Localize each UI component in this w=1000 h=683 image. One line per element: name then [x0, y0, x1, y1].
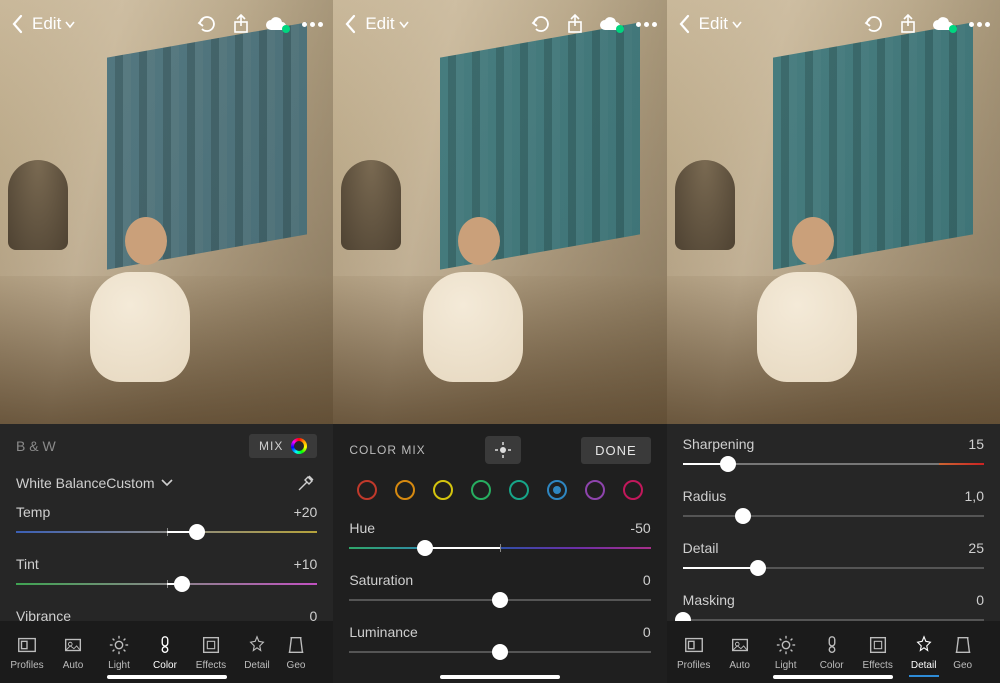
edit-dropdown[interactable]: Edit [32, 14, 75, 34]
detail-panel: Sharpening 15 Radius 1,0 Detail 25 [667, 424, 1000, 683]
tab-detail[interactable]: Detail [901, 634, 947, 671]
radius-label: Radius [683, 488, 727, 504]
tab-geometry[interactable]: Geo [280, 634, 312, 671]
luminance-label: Luminance [349, 624, 418, 640]
saturation-slider[interactable] [349, 590, 650, 610]
color-wheel-icon [291, 438, 307, 454]
temp-value: +20 [294, 504, 318, 520]
screen-color-panel: Edit B & W [0, 0, 333, 683]
tint-value: +10 [294, 556, 318, 572]
color-swatches [333, 470, 666, 506]
swatch-green[interactable] [471, 480, 491, 500]
sync-status-dot [282, 25, 290, 33]
saturation-value: 0 [643, 572, 651, 588]
sharpening-slider[interactable] [683, 454, 984, 474]
swatch-yellow[interactable] [433, 480, 453, 500]
mix-button[interactable]: MIX [249, 434, 317, 458]
screen-detail-panel: Edit Sharpening 15 Radius 1,0 [667, 0, 1000, 683]
photo-preview[interactable] [0, 0, 333, 424]
color-mix-title: COLOR MIX [349, 443, 425, 457]
hue-value: -50 [630, 520, 650, 536]
tool-tabs: Profiles Auto Light Color Effects Detail… [667, 621, 1000, 683]
swatch-orange[interactable] [395, 480, 415, 500]
photo-preview[interactable] [333, 0, 666, 424]
detail-slider[interactable] [683, 558, 984, 578]
tab-auto[interactable]: Auto [50, 634, 96, 671]
swatch-blue[interactable] [547, 480, 567, 500]
share-icon[interactable] [566, 14, 584, 34]
sharpening-label: Sharpening [683, 436, 755, 452]
top-bar: Edit [667, 0, 1000, 48]
top-bar: Edit [0, 0, 333, 48]
hue-label: Hue [349, 520, 375, 536]
temp-label: Temp [16, 504, 50, 520]
swatch-red[interactable] [357, 480, 377, 500]
cloud-sync-icon[interactable] [598, 16, 622, 32]
color-panel: B & W MIX White Balance Custom Temp +20 [0, 424, 333, 683]
edit-dropdown[interactable]: Edit [699, 14, 742, 34]
done-button[interactable]: DONE [581, 437, 651, 464]
masking-value: 0 [976, 592, 984, 608]
screen-color-mix: Edit COLOR MIX DONE [333, 0, 666, 683]
back-icon[interactable] [677, 14, 691, 34]
tab-light[interactable]: Light [763, 634, 809, 671]
tab-auto[interactable]: Auto [717, 634, 763, 671]
tab-color[interactable]: Color [142, 634, 188, 671]
home-indicator[interactable] [107, 675, 227, 679]
white-balance-dropdown[interactable]: Custom [106, 475, 172, 491]
radius-value: 1,0 [965, 488, 984, 504]
home-indicator[interactable] [773, 675, 893, 679]
detail-label: Detail [683, 540, 719, 556]
tab-profiles[interactable]: Profiles [671, 634, 717, 671]
tab-color[interactable]: Color [809, 634, 855, 671]
undo-icon[interactable] [863, 15, 885, 33]
detail-value: 25 [968, 540, 984, 556]
temp-slider[interactable] [16, 522, 317, 542]
swatch-aqua[interactable] [509, 480, 529, 500]
tab-light[interactable]: Light [96, 634, 142, 671]
tab-detail[interactable]: Detail [234, 634, 280, 671]
more-icon[interactable] [969, 22, 990, 27]
cloud-sync-icon[interactable] [931, 16, 955, 32]
tab-profiles[interactable]: Profiles [4, 634, 50, 671]
undo-icon[interactable] [196, 15, 218, 33]
top-bar: Edit [333, 0, 666, 48]
bw-toggle[interactable]: B & W [16, 438, 56, 454]
color-mix-panel: COLOR MIX DONE Hue -50 [333, 424, 666, 683]
tint-label: Tint [16, 556, 39, 572]
eyedropper-icon[interactable] [295, 472, 317, 494]
radius-slider[interactable] [683, 506, 984, 526]
tint-slider[interactable] [16, 574, 317, 594]
back-icon[interactable] [10, 14, 24, 34]
tool-tabs: Profiles Auto Light Color Effects Detail… [0, 621, 333, 683]
luminance-slider[interactable] [349, 642, 650, 662]
saturation-label: Saturation [349, 572, 413, 588]
swatch-magenta[interactable] [623, 480, 643, 500]
more-icon[interactable] [302, 22, 323, 27]
photo-preview[interactable] [667, 0, 1000, 424]
sharpening-value: 15 [968, 436, 984, 452]
luminance-value: 0 [643, 624, 651, 640]
tab-effects[interactable]: Effects [188, 634, 234, 671]
swatch-purple[interactable] [585, 480, 605, 500]
target-adjust-icon[interactable] [485, 436, 521, 464]
tab-geometry[interactable]: Geo [947, 634, 979, 671]
share-icon[interactable] [232, 14, 250, 34]
hue-slider[interactable] [349, 538, 650, 558]
cloud-sync-icon[interactable] [264, 16, 288, 32]
tab-effects[interactable]: Effects [855, 634, 901, 671]
share-icon[interactable] [899, 14, 917, 34]
masking-label: Masking [683, 592, 735, 608]
undo-icon[interactable] [530, 15, 552, 33]
edit-label: Edit [32, 14, 61, 34]
back-icon[interactable] [343, 14, 357, 34]
edit-dropdown[interactable]: Edit [365, 14, 408, 34]
white-balance-label: White Balance [16, 475, 106, 491]
home-indicator[interactable] [440, 675, 560, 679]
more-icon[interactable] [636, 22, 657, 27]
